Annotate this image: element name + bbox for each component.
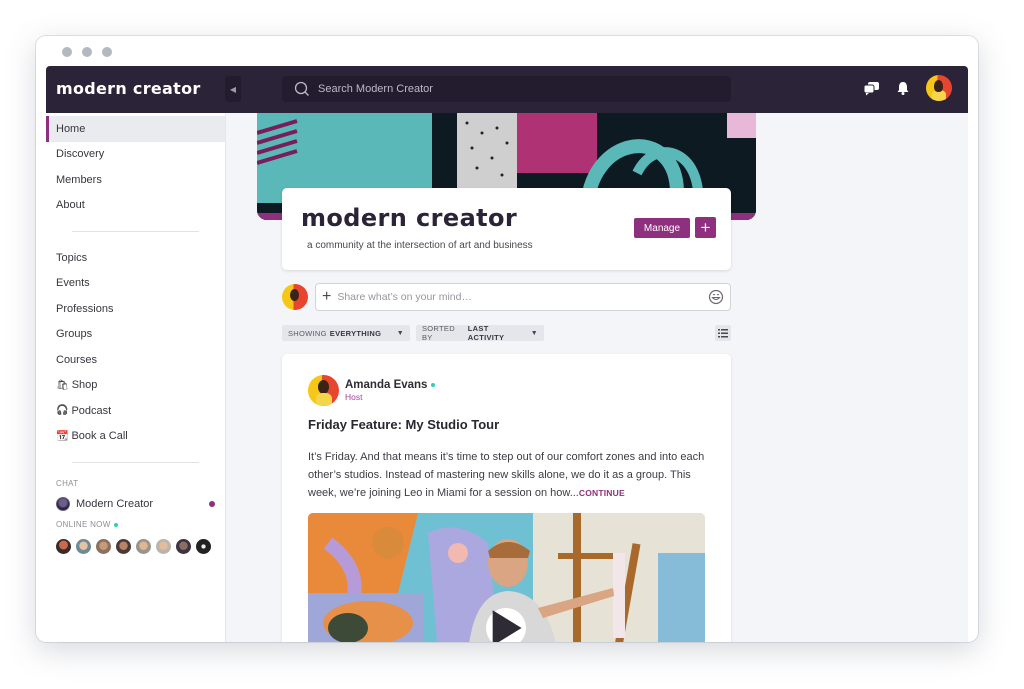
add-button[interactable]: + [695,217,716,238]
online-member-avatar[interactable] [196,539,211,554]
sidebar-item-members[interactable]: Members [46,167,225,193]
online-member-avatar[interactable] [176,539,191,554]
sidebar-item-book-a-call[interactable]: 📆 Book a Call [46,424,225,450]
sidebar-item-label: Podcast [71,404,112,417]
online-member-avatar[interactable] [56,539,71,554]
sidebar-item-professions[interactable]: Professions [46,296,225,322]
top-bar-actions [862,75,952,101]
post-author[interactable]: Amanda Evans Host [308,375,436,406]
showing-value: EVERYTHING [329,328,382,338]
main-feed: modern creator a community at the inters… [226,113,968,642]
sidebar-item-topics[interactable]: Topics [46,245,225,271]
sidebar-secondary-nav: Topics Events Professions Groups Courses… [46,245,225,449]
chat-name: Modern Creator [76,498,154,510]
post-body: It’s Friday. And that means it’s time to… [308,448,708,502]
sort-dropdown[interactable]: SORTED BY LAST ACTIVITY ▼ [416,324,544,342]
online-member-avatar[interactable] [116,539,131,554]
community-tagline: a community at the intersection of art a… [307,240,533,251]
composer-input[interactable] [337,291,708,303]
chat-avatar [56,497,70,511]
composer-avatar [282,284,308,310]
sorted-value: LAST ACTIVITY [467,324,505,342]
notifications-button[interactable] [894,79,912,97]
collapse-sidebar-button[interactable]: ◀ [225,76,241,102]
author-role-badge: Host [345,392,363,402]
online-now-label: ONLINE NOW [46,520,225,529]
sorted-label: SORTED BY [422,324,455,342]
post-card: Amanda Evans Host Friday Feature: My Stu… [282,354,731,642]
brand-logo[interactable]: modern creator [56,79,201,98]
list-icon [718,328,728,337]
sidebar-item-groups[interactable]: Groups [46,322,225,348]
play-icon [492,610,522,642]
bell-icon [897,82,909,95]
author-meta: Amanda Evans Host [345,379,436,402]
online-members [46,539,225,554]
online-now-text: ONLINE NOW [56,520,111,529]
sidebar-primary-nav: Home Discovery Members About [46,116,225,218]
sidebar-divider [72,231,199,232]
community-header-card: modern creator a community at the inters… [282,188,731,270]
sidebar-item-podcast[interactable]: 🎧 Podcast [46,398,225,424]
sidebar-item-discovery[interactable]: Discovery [46,142,225,168]
sidebar-item-home[interactable]: Home [46,116,225,142]
chat-section-label: CHAT [56,479,79,488]
calendar-icon: 📆 [56,430,69,442]
online-member-avatar[interactable] [156,539,171,554]
sidebar-item-label: Book a Call [71,430,128,443]
chevron-down-icon: ▼ [396,329,404,337]
chat-bubbles-icon [863,81,879,95]
manage-button[interactable]: Manage [634,218,690,238]
sidebar-item-courses[interactable]: Courses [46,347,225,373]
unread-indicator [209,501,215,507]
author-name-text: Amanda Evans [345,379,428,391]
author-name[interactable]: Amanda Evans [345,379,436,391]
sidebar-item-label: Shop [71,379,98,392]
online-member-avatar[interactable] [136,539,151,554]
chevron-down-icon: ▼ [530,329,538,337]
post-body-text: It’s Friday. And that means it’s time to… [308,451,705,499]
post-title[interactable]: Friday Feature: My Studio Tour [308,417,499,432]
sidebar-item-shop[interactable]: 🛍 Shop [46,373,225,399]
author-avatar[interactable] [308,375,339,406]
browser-window: modern creator ◀ Home Disc [36,36,978,642]
feed-filters: SHOWING EVERYTHING ▼ SORTED BY LAST ACTI… [282,324,731,342]
chat-item-modern-creator[interactable]: Modern Creator [46,492,225,516]
window-minimize-dot[interactable] [82,47,92,57]
continue-link[interactable]: CONTINUE [579,488,625,498]
user-avatar[interactable] [926,75,952,101]
list-view-button[interactable] [715,325,731,341]
play-button[interactable] [486,608,526,642]
search-icon [294,81,309,96]
showing-filter-dropdown[interactable]: SHOWING EVERYTHING ▼ [282,325,410,341]
community-title: modern creator [301,204,518,232]
window-controls [62,47,112,57]
search-input[interactable] [318,83,698,95]
online-member-avatar[interactable] [96,539,111,554]
sidebar-item-events[interactable]: Events [46,271,225,297]
search-bar[interactable] [282,76,731,102]
post-video[interactable] [308,513,705,642]
emoji-icon[interactable] [708,289,724,305]
online-member-avatar[interactable] [76,539,91,554]
window-close-dot[interactable] [62,47,72,57]
sidebar-item-about[interactable]: About [46,193,225,219]
sidebar-divider [72,462,199,463]
window-maximize-dot[interactable] [102,47,112,57]
online-status-dot [431,383,436,387]
sidebar: Home Discovery Members About Topics Even… [46,113,226,642]
post-composer: + [282,283,731,311]
top-bar: modern creator ◀ [46,66,968,113]
online-status-dot [113,522,118,527]
showing-label: SHOWING [288,328,327,338]
messages-button[interactable] [862,79,880,97]
plus-icon[interactable]: + [322,289,331,305]
headphones-icon: 🎧 [56,405,69,417]
caret-left-icon: ◀ [229,84,237,94]
composer-box[interactable]: + [315,283,731,311]
shopping-bag-icon: 🛍 [56,379,69,391]
app: modern creator ◀ Home Disc [46,66,968,642]
